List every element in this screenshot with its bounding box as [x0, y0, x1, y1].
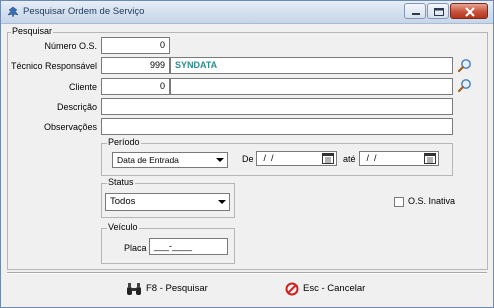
cliente-code-input[interactable]: 0: [101, 78, 170, 95]
veiculo-legend: Veículo: [107, 222, 139, 232]
minimize-icon: [412, 13, 420, 15]
tecnico-search-icon[interactable]: [457, 58, 472, 73]
cancel-icon: [285, 282, 299, 296]
placa-input[interactable]: ___-____: [149, 238, 228, 255]
cliente-search-icon[interactable]: [457, 78, 472, 93]
date-from-input[interactable]: / /: [256, 151, 337, 166]
minimize-button[interactable]: [404, 3, 426, 19]
status-value: Todos: [110, 196, 136, 207]
close-icon: [465, 7, 475, 17]
search-group-legend: Pesquisar: [11, 26, 54, 36]
descricao-label: Descrição: [56, 102, 97, 112]
cliente-name-field: [170, 78, 453, 95]
cancelar-button[interactable]: Esc - Cancelar: [285, 279, 385, 299]
periodo-type-select[interactable]: Data de Entrada: [112, 152, 228, 168]
status-legend: Status: [107, 177, 135, 187]
descricao-input[interactable]: [101, 98, 453, 115]
calendar-icon[interactable]: [424, 153, 436, 164]
observacoes-label: Observações: [43, 122, 97, 132]
date-to-value: / /: [364, 153, 377, 163]
status-select[interactable]: Todos: [105, 193, 230, 211]
tecnico-code-input[interactable]: 999: [101, 57, 170, 74]
tecnico-name-field: SYNDATA: [170, 57, 453, 74]
footer-divider: [7, 272, 487, 274]
search-service-order-window: Pesquisar Ordem de Serviço Pesquisar Núm…: [0, 0, 494, 308]
ate-label: até: [343, 154, 356, 164]
placa-label: Placa: [124, 243, 147, 253]
cancelar-button-label: Esc - Cancelar: [303, 283, 366, 294]
os-inativa-label: O.S. Inativa: [408, 196, 456, 206]
app-icon: [7, 6, 19, 18]
pesquisar-button[interactable]: F8 - Pesquisar: [126, 279, 226, 299]
chevron-down-icon: [218, 200, 226, 204]
numero-os-label: Número O.S.: [44, 41, 97, 51]
tecnico-label: Técnico Responsável: [10, 61, 97, 71]
cliente-label: Cliente: [68, 82, 97, 92]
chevron-down-icon: [216, 158, 224, 162]
observacoes-input[interactable]: [101, 118, 453, 135]
calendar-icon[interactable]: [322, 153, 334, 164]
date-from-value: / /: [261, 153, 274, 163]
title-bar[interactable]: Pesquisar Ordem de Serviço: [1, 1, 493, 24]
binoculars-icon: [127, 283, 141, 295]
numero-os-input[interactable]: 0: [101, 37, 170, 54]
maximize-button[interactable]: [427, 3, 449, 19]
close-button[interactable]: [450, 3, 488, 19]
maximize-icon: [434, 8, 444, 16]
date-to-input[interactable]: / /: [359, 151, 439, 166]
window-title: Pesquisar Ordem de Serviço: [23, 6, 145, 17]
pesquisar-button-label: F8 - Pesquisar: [146, 283, 208, 294]
os-inativa-checkbox[interactable]: [394, 197, 404, 207]
periodo-type-value: Data de Entrada: [117, 155, 179, 165]
periodo-legend: Período: [107, 137, 141, 147]
de-label: De: [242, 154, 254, 164]
